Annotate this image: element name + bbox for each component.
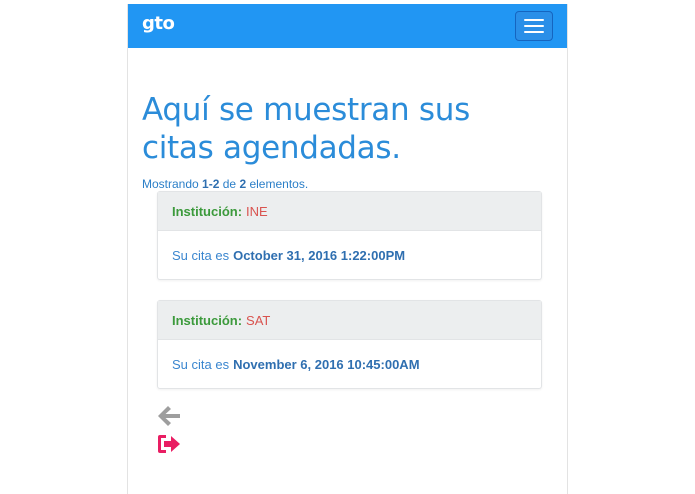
institution-value: INE <box>246 203 268 219</box>
institution-label: Institución: <box>172 203 243 219</box>
app-frame: gto Aquí se muestran sus citas agendadas… <box>127 4 568 494</box>
summary-total: 2 <box>239 177 247 191</box>
results-summary: Mostrando 1-2 de 2 elementos. <box>142 177 567 191</box>
page-title: Aquí se muestran sus citas agendadas. <box>142 92 470 166</box>
card-body: Su cita es November 6, 2016 10:45:00AM <box>158 340 541 388</box>
institution-label: Institución: <box>172 312 243 328</box>
appointment-date: November 6, 2016 10:45:00AM <box>233 356 420 372</box>
hamburger-icon-bar <box>524 25 544 27</box>
card-body: Su cita es October 31, 2016 1:22:00PM <box>158 231 541 279</box>
sign-out-icon[interactable] <box>156 431 182 457</box>
appointment-date-prefix: Su cita es <box>172 356 230 372</box>
card-header: Institución: SAT <box>158 301 541 340</box>
menu-toggle-button[interactable] <box>515 11 553 41</box>
appointment-card: Institución: INE Su cita es October 31, … <box>157 191 542 280</box>
hamburger-icon-bar <box>524 19 544 21</box>
brand-logo[interactable]: gto <box>142 15 175 33</box>
appointment-card: Institución: SAT Su cita es November 6, … <box>157 300 542 389</box>
summary-suffix: elementos. <box>249 177 309 191</box>
institution-value: SAT <box>246 312 271 328</box>
appointment-date: October 31, 2016 1:22:00PM <box>233 247 406 263</box>
action-icons <box>156 403 567 457</box>
arrow-left-icon[interactable] <box>156 403 182 429</box>
hamburger-icon-bar <box>524 31 544 33</box>
main-content: Aquí se muestran sus citas agendadas. Mo… <box>128 91 567 457</box>
summary-prefix: Mostrando <box>142 177 199 191</box>
summary-range: 1-2 <box>202 177 220 191</box>
summary-of: de <box>222 177 237 191</box>
appointment-date-prefix: Su cita es <box>172 247 230 263</box>
navbar: gto <box>128 4 567 48</box>
card-header: Institución: INE <box>158 192 541 231</box>
